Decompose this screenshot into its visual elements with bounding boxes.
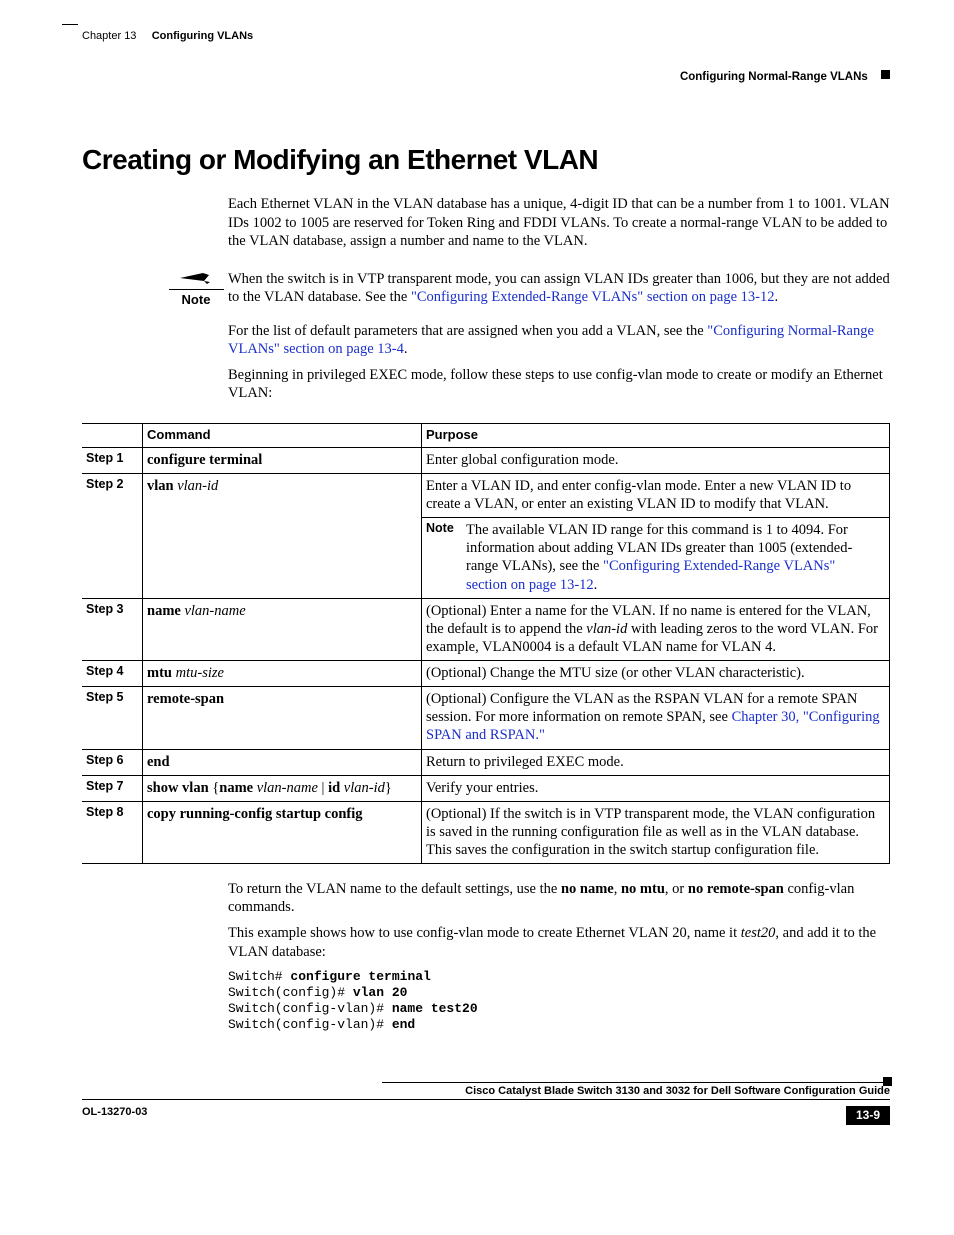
step-table: Command Purpose Step 1 configure termina… [82, 423, 890, 865]
step-8-label: Step 8 [82, 802, 142, 864]
step-6-label: Step 6 [82, 750, 142, 776]
th-purpose: Purpose [422, 423, 890, 448]
step-3-command: name vlan-name [142, 599, 422, 661]
page: Chapter 13 Configuring VLANs Configuring… [0, 0, 954, 1235]
step-1-command: configure terminal [142, 448, 422, 474]
step-4-purpose: (Optional) Change the MTU size (or other… [422, 661, 890, 687]
header-marker-icon [881, 70, 890, 79]
step-4-command: mtu mtu-size [142, 661, 422, 687]
step-8-command: copy running-config startup config [142, 802, 422, 864]
chapter-title: Configuring VLANs [152, 30, 253, 42]
step-3-purpose: (Optional) Enter a name for the VLAN. If… [422, 599, 890, 661]
running-header-top: Chapter 13 Configuring VLANs [82, 30, 890, 50]
step-2-command: vlan vlan-id [142, 474, 422, 599]
th-command: Command [142, 423, 422, 448]
chapter-label: Chapter 13 [82, 30, 136, 42]
section-heading: Creating or Modifying an Ethernet VLAN [82, 142, 890, 177]
intro-paragraph: Each Ethernet VLAN in the VLAN database … [228, 195, 890, 249]
steps-intro: Beginning in privileged EXEC mode, follo… [228, 366, 890, 402]
pencil-icon [179, 270, 213, 286]
see-defaults-paragraph: For the list of default parameters that … [228, 322, 890, 358]
step-2-label: Step 2 [82, 474, 142, 599]
step-2-purpose: Enter a VLAN ID, and enter config-vlan m… [422, 474, 890, 599]
running-header-section: Configuring Normal-Range VLANs [82, 70, 890, 84]
footer-marker-icon [883, 1077, 892, 1086]
footer-title: Cisco Catalyst Blade Switch 3130 and 303… [82, 1085, 890, 1099]
step-6-command: end [142, 750, 422, 776]
step-5-purpose: (Optional) Configure the VLAN as the RSP… [422, 687, 890, 749]
step-5-command: remote-span [142, 687, 422, 749]
post-table-p1: To return the VLAN name to the default s… [228, 880, 890, 916]
step-4-label: Step 4 [82, 661, 142, 687]
step-7-command: show vlan {name vlan-name | id vlan-id} [142, 776, 422, 802]
step-8-purpose: (Optional) If the switch is in VTP trans… [422, 802, 890, 864]
note-text: When the switch is in VTP transparent mo… [228, 270, 890, 306]
step-1-label: Step 1 [82, 448, 142, 474]
step-3-label: Step 3 [82, 599, 142, 661]
note-label: Note [182, 292, 211, 308]
step-7-purpose: Verify your entries. [422, 776, 890, 802]
inline-note-label: Note [426, 521, 466, 537]
step-1-purpose: Enter global configuration mode. [422, 448, 890, 474]
post-table-p2: This example shows how to use config-vla… [228, 924, 890, 960]
step-7-label: Step 7 [82, 776, 142, 802]
footer-page-number: 13-9 [846, 1106, 890, 1125]
note-block: Note When the switch is in VTP transpare… [82, 270, 890, 314]
step-5-label: Step 5 [82, 687, 142, 749]
step-6-purpose: Return to privileged EXEC mode. [422, 750, 890, 776]
terminal-example: Switch# configure terminal Switch(config… [228, 969, 890, 1034]
note-link[interactable]: "Configuring Extended-Range VLANs" secti… [411, 289, 775, 305]
footer-doc-id: OL-13270-03 [82, 1106, 147, 1125]
